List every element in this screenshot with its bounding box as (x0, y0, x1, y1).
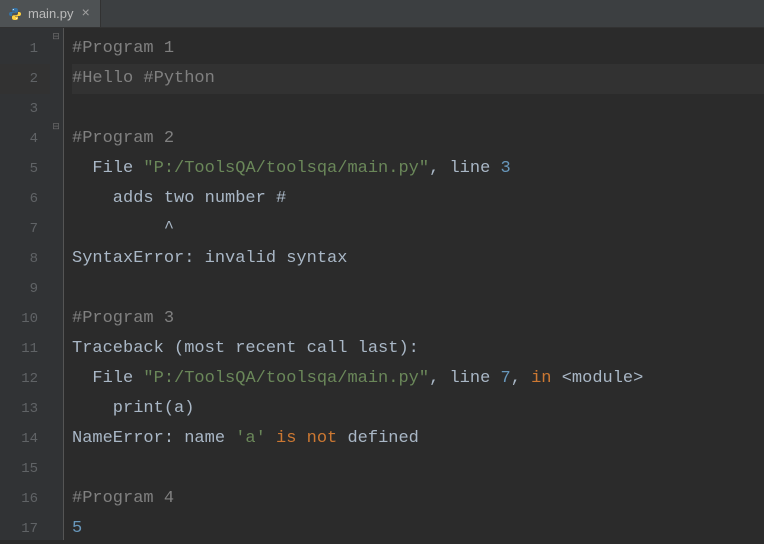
close-icon[interactable]: × (80, 6, 92, 22)
code-line: #Program 3 (72, 304, 764, 334)
line-number: 6 (0, 184, 50, 214)
line-number: 13 (0, 394, 50, 424)
file-tab-main-py[interactable]: main.py × (0, 0, 101, 27)
line-number: 16 (0, 484, 50, 514)
line-number: 10 (0, 304, 50, 334)
code-line (72, 274, 764, 304)
line-number: 7 (0, 214, 50, 244)
code-line (72, 454, 764, 484)
line-number: 5 (0, 154, 50, 184)
fold-indicator-icon[interactable]: ⊟ (51, 32, 61, 42)
line-number: 8 (0, 244, 50, 274)
line-number: 3 (0, 94, 50, 124)
line-number: 2 (0, 64, 50, 94)
code-line: #Program 1 (72, 34, 764, 64)
code-line: NameError: name 'a' is not defined (72, 424, 764, 454)
line-number: 12 (0, 364, 50, 394)
code-area[interactable]: #Program 1 #Hello #Python #Program 2 Fil… (64, 28, 764, 540)
python-file-icon (8, 7, 22, 21)
code-line: #Hello #Python (72, 64, 764, 94)
line-number: 11 (0, 334, 50, 364)
line-number: 4 (0, 124, 50, 154)
fold-gutter: ⊟ ⊟ (50, 28, 64, 540)
line-number: 15 (0, 454, 50, 484)
line-number: 14 (0, 424, 50, 454)
line-number: 9 (0, 274, 50, 304)
code-line: adds two number # (72, 184, 764, 214)
fold-indicator-icon[interactable]: ⊟ (51, 122, 61, 132)
code-line: File "P:/ToolsQA/toolsqa/main.py", line … (72, 154, 764, 184)
code-line: File "P:/ToolsQA/toolsqa/main.py", line … (72, 364, 764, 394)
code-line (72, 94, 764, 124)
code-line: ^ (72, 214, 764, 244)
code-line: SyntaxError: invalid syntax (72, 244, 764, 274)
line-number-gutter: 1 2 3 4 5 6 7 8 9 10 11 12 13 14 15 16 1… (0, 28, 50, 540)
code-line: Traceback (most recent call last): (72, 334, 764, 364)
code-line: #Program 4 (72, 484, 764, 514)
tab-filename: main.py (28, 6, 74, 21)
line-number: 1 (0, 34, 50, 64)
code-line: print(a) (72, 394, 764, 424)
code-editor[interactable]: 1 2 3 4 5 6 7 8 9 10 11 12 13 14 15 16 1… (0, 28, 764, 540)
tab-bar: main.py × (0, 0, 764, 28)
code-line: #Program 2 (72, 124, 764, 154)
